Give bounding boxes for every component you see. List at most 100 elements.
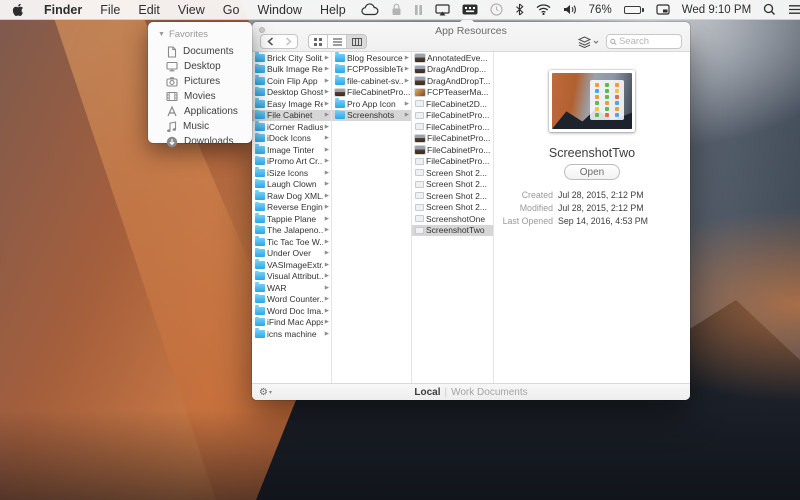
file-row[interactable]: Image Tinter▶ [252, 144, 331, 156]
file-row[interactable]: iCorner Radius▶ [252, 121, 331, 133]
file-row[interactable]: Brick City Solit...▶ [252, 52, 331, 64]
display-preferences-icon[interactable] [650, 0, 676, 20]
menu-help[interactable]: Help [311, 3, 355, 17]
sidebar-item-music[interactable]: Music [158, 119, 252, 134]
sidebar-item-applications[interactable]: Applications [158, 104, 252, 119]
menu-go[interactable]: Go [214, 3, 249, 17]
file-row[interactable]: FileCabinetPro... [412, 121, 493, 133]
airplay-display-icon[interactable] [429, 0, 456, 20]
keyboard-icon[interactable] [456, 0, 484, 20]
menubar-clock[interactable]: Wed 9:10 PM [676, 4, 757, 16]
file-row[interactable]: Screen Shot 2... [412, 167, 493, 179]
lock-icon[interactable] [385, 0, 408, 20]
action-menu-button[interactable]: ⚙ ▾ [259, 387, 272, 398]
file-row[interactable]: File Cabinet▶ [252, 110, 331, 122]
file-row[interactable]: FileCabinetPro... [412, 110, 493, 122]
file-row[interactable]: FCPTeaserMa... [412, 87, 493, 99]
file-row[interactable]: Laugh Clown▶ [252, 179, 331, 191]
notification-center-icon[interactable] [782, 0, 800, 20]
sidebar-item-pictures[interactable]: Pictures [158, 74, 252, 89]
file-row[interactable]: FileCabinetPro... [412, 144, 493, 156]
file-row[interactable]: Word Counter...▶ [252, 294, 331, 306]
file-row[interactable]: FCPPossibleTe...▶ [332, 64, 411, 76]
file-row[interactable]: iDock Icons▶ [252, 133, 331, 145]
list-view-button[interactable] [328, 35, 347, 48]
sidebar-item-documents[interactable]: Documents [158, 44, 252, 59]
file-row[interactable]: ScreenshotOne [412, 213, 493, 225]
location-tab-work-documents[interactable]: Work Documents [451, 387, 528, 398]
file-row[interactable]: Screen Shot 2... [412, 179, 493, 191]
file-label: Easy Image Re... [267, 99, 323, 109]
search-field[interactable] [606, 34, 682, 49]
menu-edit[interactable]: Edit [129, 3, 169, 17]
file-row[interactable]: Screen Shot 2... [412, 190, 493, 202]
file-row[interactable]: Easy Image Re...▶ [252, 98, 331, 110]
forward-button[interactable] [279, 35, 297, 48]
volume-icon[interactable] [557, 0, 583, 20]
file-row[interactable]: Pro App Icon▶ [332, 98, 411, 110]
file-row[interactable]: file-cabinet-sv...▶ [332, 75, 411, 87]
chevron-right-icon: ▶ [325, 319, 331, 325]
arrange-button[interactable] [578, 36, 599, 48]
file-row[interactable]: icns machine▶ [252, 328, 331, 340]
file-row[interactable]: Bulk Image Re...▶ [252, 64, 331, 76]
wallpaper-fog [0, 410, 800, 500]
file-row[interactable]: Reverse Engin...▶ [252, 202, 331, 214]
battery-icon[interactable] [618, 0, 650, 20]
column-view-button[interactable] [347, 35, 366, 48]
file-row[interactable]: iPromo Art Cr...▶ [252, 156, 331, 168]
file-row[interactable]: Screenshots▶ [332, 110, 411, 122]
preview-thumbnail[interactable] [549, 70, 635, 132]
menu-view[interactable]: View [169, 3, 214, 17]
file-row[interactable]: FileCabinetPro... [412, 133, 493, 145]
search-input[interactable] [619, 36, 678, 47]
bluetooth-icon[interactable] [509, 0, 530, 20]
pause-icon[interactable] [408, 0, 429, 20]
open-button[interactable]: Open [564, 164, 620, 180]
metadata-row: Last OpenedSep 14, 2016, 4:53 PM [494, 216, 686, 226]
file-row[interactable]: FileCabinetPro... [332, 87, 411, 99]
file-row[interactable]: The Jalapeno...▶ [252, 225, 331, 237]
file-row[interactable]: WAR▶ [252, 282, 331, 294]
file-row[interactable]: FileCabinetPro... [412, 156, 493, 168]
file-row[interactable]: VASImageExtr...▶ [252, 259, 331, 271]
file-row[interactable]: iFind Mac Apps▶ [252, 317, 331, 329]
window-titlebar[interactable]: App Resources [252, 22, 690, 52]
file-row[interactable]: DragAndDropT... [412, 75, 493, 87]
file-row[interactable]: Tic Tac Toe W...▶ [252, 236, 331, 248]
folder-icon [255, 54, 265, 62]
file-row[interactable]: Screen Shot 2... [412, 202, 493, 214]
sidebar-item-downloads[interactable]: Downloads [158, 134, 252, 149]
file-row[interactable]: Desktop Ghost▶ [252, 87, 331, 99]
clock-menu-icon[interactable] [484, 0, 509, 20]
file-row[interactable]: Coin Flip App▶ [252, 75, 331, 87]
file-row[interactable]: Under Over▶ [252, 248, 331, 260]
sidebar-item-movies[interactable]: Movies [158, 89, 252, 104]
file-row[interactable]: Raw Dog XML...▶ [252, 190, 331, 202]
file-icon [415, 54, 425, 62]
file-row[interactable]: Blog Resources▶ [332, 52, 411, 64]
wifi-icon[interactable] [530, 0, 557, 20]
file-row[interactable]: Tappie Plane▶ [252, 213, 331, 225]
file-row[interactable]: FileCabinet2D... [412, 98, 493, 110]
back-button[interactable] [261, 35, 279, 48]
file-row[interactable]: iSize Icons▶ [252, 167, 331, 179]
spotlight-icon[interactable] [757, 0, 782, 20]
sidebar-item-label: Documents [183, 46, 234, 57]
icon-view-button[interactable] [309, 35, 328, 48]
favorites-header[interactable]: ▼ Favorites [158, 29, 252, 40]
file-icon [415, 89, 425, 97]
file-row[interactable]: Word Doc Ima...▶ [252, 305, 331, 317]
file-row[interactable]: DragAndDrop... [412, 64, 493, 76]
apple-logo-icon[interactable] [12, 3, 25, 17]
location-tab-local[interactable]: Local [414, 387, 440, 398]
cloud-menu-icon[interactable] [355, 0, 385, 20]
disclosure-triangle-icon[interactable]: ▼ [158, 31, 165, 38]
menu-file[interactable]: File [91, 3, 129, 17]
file-row[interactable]: ScreenshotTwo [412, 225, 493, 237]
menu-finder[interactable]: Finder [35, 3, 91, 17]
menu-window[interactable]: Window [248, 3, 310, 17]
sidebar-item-desktop[interactable]: Desktop [158, 59, 252, 74]
file-row[interactable]: Visual Attribut...▶ [252, 271, 331, 283]
file-row[interactable]: AnnotatedEve... [412, 52, 493, 64]
